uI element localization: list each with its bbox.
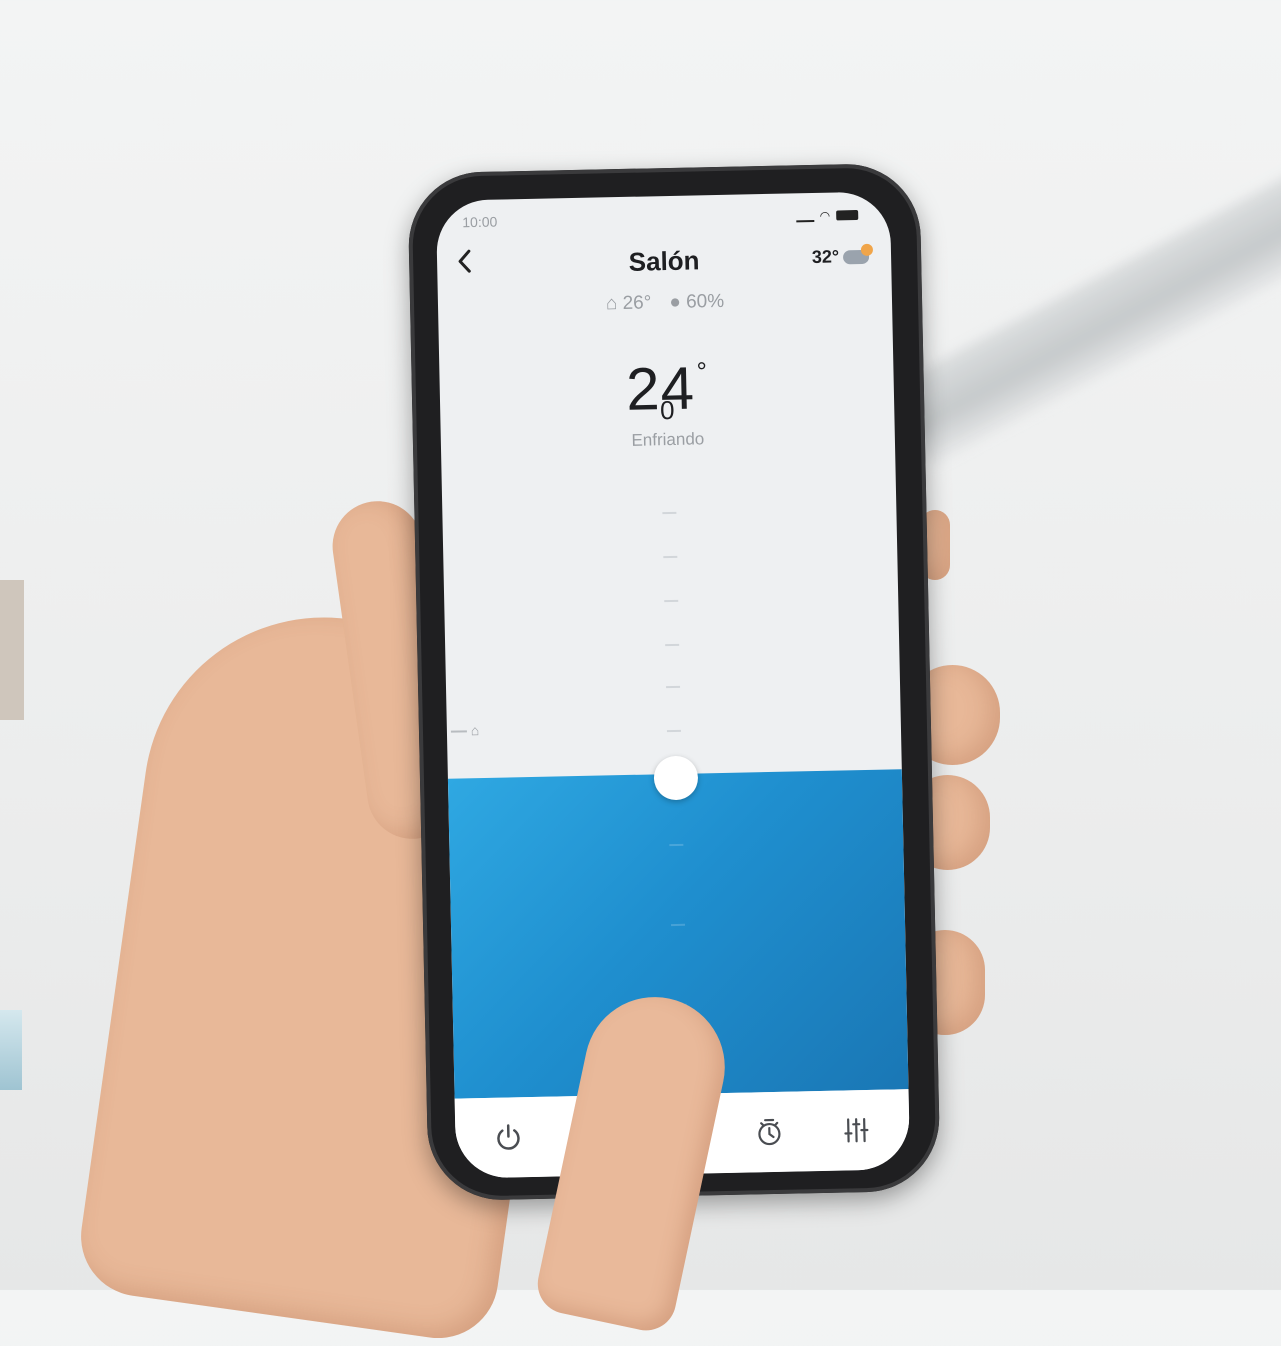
home-icon: ⌂ [605,293,618,315]
wifi-icon: ◠ [819,208,831,223]
signal-icon [795,209,814,223]
timer-icon [758,1118,781,1146]
degree-symbol: ° [696,356,708,387]
background-wall-edge [0,580,24,720]
scale-tick [662,511,677,515]
timer-button[interactable] [744,1107,795,1158]
indoor-temp-value: 26° [622,292,652,314]
current-temp-marker: ⌂ [450,722,480,739]
scale-tick [671,923,686,927]
scale-tick [663,555,678,559]
scale-tick [666,729,681,733]
setpoint-decimal: 0 [659,394,675,426]
power-button[interactable] [483,1112,534,1163]
marker-line [450,730,467,733]
status-icons: ◠ [795,208,859,223]
power-icon [497,1124,521,1150]
background-window-edge [0,1010,22,1090]
outdoor-weather: 32° [812,246,870,268]
water-drop-icon: ● [669,291,682,313]
indoor-metrics: ⌂ 26° ● 60% [438,287,892,319]
status-bar: 10:00 ◠ [462,206,864,234]
partly-cloudy-icon [842,249,870,264]
scale-tick [665,643,680,647]
scale-tick [669,843,684,847]
scale-tick [666,685,681,689]
home-icon: ⌂ [470,722,480,739]
humidity: ● 60% [669,291,724,314]
indoor-temp: ⌂ 26° [606,292,652,315]
scale-tick [664,599,679,603]
humidity-value: 60% [685,290,725,313]
outdoor-temp: 32° [811,246,840,267]
status-time: 10:00 [462,213,498,231]
settings-sliders-icon [843,1118,869,1143]
battery-icon [836,210,859,221]
background-ceiling-beam [889,143,1281,467]
settings-button[interactable] [830,1105,881,1156]
